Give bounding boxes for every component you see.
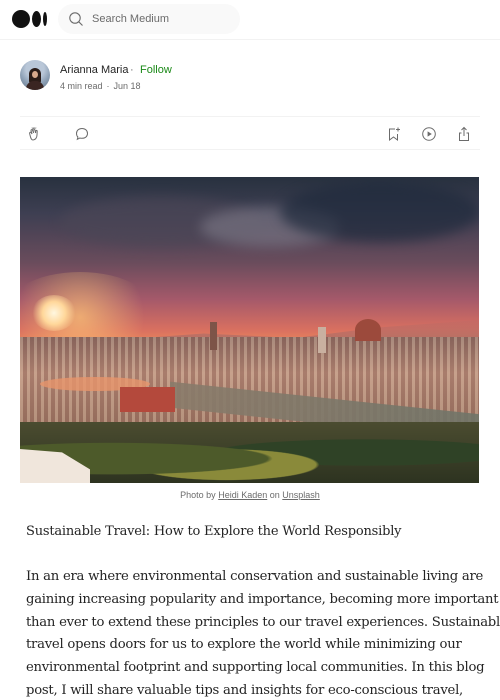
article-meta: 4 min read · Jun 18 [60, 81, 141, 91]
share-button[interactable] [456, 126, 472, 142]
avatar-face [32, 71, 38, 78]
body-line: travel opens doors for us to explore the… [26, 637, 462, 653]
publish-date: Jun 18 [113, 81, 141, 91]
comment-button[interactable] [74, 126, 90, 142]
photographer-link[interactable]: Heidi Kaden [218, 490, 267, 500]
share-icon [459, 126, 469, 141]
caption-mid: on [269, 490, 280, 500]
image-caption: Photo by Heidi Kaden on Unsplash [0, 490, 500, 500]
logo-circle-medium [32, 11, 41, 27]
body-line: environmental footprint and supporting l… [26, 660, 485, 676]
avatar[interactable] [20, 60, 50, 90]
sun [32, 295, 76, 331]
top-bar [0, 0, 500, 40]
caption-prefix: Photo by [180, 490, 216, 500]
play-icon [422, 127, 436, 141]
article-body: In an era where environmental conservati… [26, 566, 500, 700]
search-icon [69, 12, 83, 26]
source-link[interactable]: Unsplash [282, 490, 320, 500]
body-line: than ever to extend these principles to … [26, 614, 500, 630]
search-box[interactable] [58, 4, 240, 34]
article-subtitle: Sustainable Travel: How to Explore the W… [26, 524, 402, 539]
comment-icon [75, 127, 89, 141]
action-bar [20, 116, 480, 150]
separator: · [130, 64, 134, 76]
duomo [355, 319, 381, 341]
follow-button[interactable]: Follow [140, 64, 172, 76]
avatar-body [26, 81, 44, 90]
palazzo-tower [210, 322, 217, 350]
author-name[interactable]: Arianna Maria [60, 64, 128, 76]
meta-separator: · [106, 81, 110, 91]
hero-image[interactable] [20, 177, 479, 483]
red-building [120, 387, 175, 412]
search-input[interactable] [92, 4, 232, 34]
logo-circle-small [43, 12, 47, 26]
medium-logo[interactable] [12, 10, 48, 28]
body-line: In an era where environmental conservati… [26, 569, 484, 584]
read-time: 4 min read [60, 81, 103, 91]
cloud [280, 182, 479, 242]
bookmark-add-icon [389, 127, 400, 141]
save-button[interactable] [386, 126, 402, 142]
clap-button[interactable] [26, 126, 42, 142]
clap-icon [29, 127, 38, 141]
body-line: post, I will share valuable tips and ins… [26, 682, 463, 698]
body-line: gaining increasing popularity and import… [26, 591, 499, 607]
campanile [318, 327, 326, 353]
logo-circle-large [12, 10, 30, 28]
listen-button[interactable] [421, 126, 437, 142]
